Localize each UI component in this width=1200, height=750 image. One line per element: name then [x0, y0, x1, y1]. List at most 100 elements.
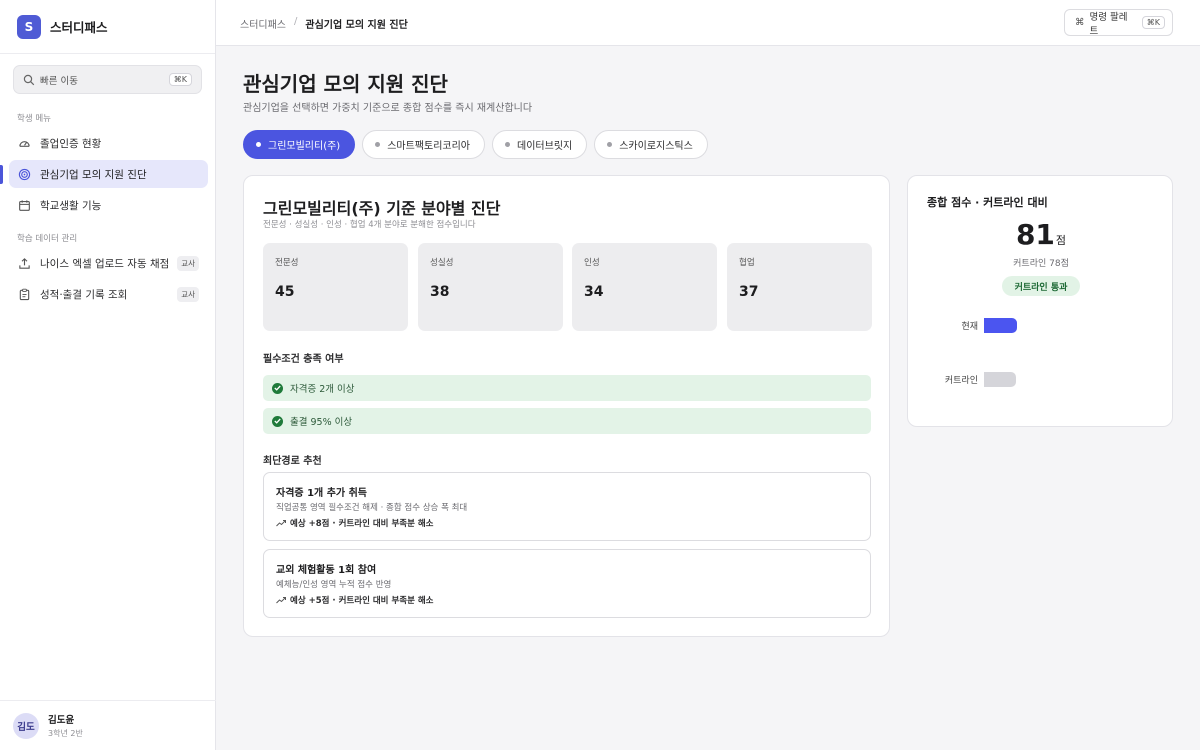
sidebar-item-label: 관심기업 모의 지원 진단	[40, 168, 147, 181]
page-subtitle: 관심기업을 선택하면 가중치 기준으로 종합 점수를 즉시 재계산합니다	[243, 103, 533, 114]
user-name: 김도윤	[48, 715, 75, 726]
page-title: 관심기업 모의 지원 진단	[243, 72, 448, 96]
sidebar-item-label: 나이스 엑셀 업로드 자동 채점	[40, 257, 170, 270]
diagnosis-subtitle: 전문성 · 성실성 · 인성 · 협업 4개 분야로 분해한 점수입니다	[263, 220, 476, 230]
teacher-badge: 교사	[177, 286, 199, 302]
app-logo: S	[17, 14, 41, 39]
status-badge: 커트라인 통과	[1002, 276, 1080, 296]
sidebar-item-records[interactable]: 성적·출결 기록 조회 교사	[9, 280, 208, 308]
metric-value: 34	[584, 284, 604, 300]
command-shortcut: ⌘K	[1141, 16, 1165, 29]
brand[interactable]: S 스터디패스	[0, 0, 215, 54]
company-tabs: 그린모빌리티(주) 스마트팩토리코리아 데이터브릿지 스카이로지스틱스	[243, 130, 708, 159]
metric-card-collaboration: 협업 37	[727, 243, 872, 331]
trending-up-icon	[276, 520, 286, 527]
sidebar: S 스터디패스 빠른 이동 ⌘K 학생 메뉴 졸업인증 현황 관심기업 모의 지…	[0, 0, 216, 750]
search-label: 빠른 이동	[40, 75, 78, 87]
diagnosis-card: 그린모빌리티(주) 기준 분야별 진단 전문성 · 성실성 · 인성 · 협업 …	[243, 175, 890, 637]
breadcrumb-root[interactable]: 스터디패스	[240, 16, 286, 31]
chip-dot	[607, 142, 613, 147]
gain-text: 예상 +8점 · 커트라인 대비 부족분 해소	[290, 519, 434, 529]
sidebar-item-neis-upload[interactable]: 나이스 엑셀 업로드 자동 채점 교사	[9, 249, 208, 277]
metric-label: 인성	[584, 258, 600, 268]
breadcrumb-current: 관심기업 모의 지원 진단	[305, 20, 408, 31]
sidebar-item-graduation-status[interactable]: 졸업인증 현황	[9, 129, 208, 157]
requirement-label: 출결 95% 이상	[290, 417, 353, 428]
company-chip-data-bridge[interactable]: 데이터브릿지	[492, 130, 588, 159]
chip-label: 스카이로지스틱스	[619, 141, 693, 152]
recommendation-card[interactable]: 교외 체험활동 1회 참여 예체능/인성 영역 누적 점수 반영 예상 +5점 …	[263, 549, 871, 618]
chip-label: 스마트팩토리코리아	[387, 141, 471, 152]
bar-1	[984, 372, 1016, 387]
recommendation-card[interactable]: 자격증 1개 추가 취득 직업공통 영역 필수조건 해제 · 종합 점수 상승 …	[263, 472, 871, 541]
recommendation-desc: 직업공통 영역 필수조건 해제 · 종합 점수 상승 폭 최대	[276, 503, 468, 513]
bar-label: 커트라인	[944, 376, 978, 386]
total-score: 81점	[908, 218, 1174, 251]
avatar: 김도	[13, 712, 39, 739]
metric-card-expertise: 전문성 45	[263, 243, 408, 331]
breadcrumb: 스터디패스 / 관심기업 모의 지원 진단	[240, 16, 408, 31]
recommendation-gain: 예상 +8점 · 커트라인 대비 부족분 해소	[276, 517, 434, 529]
search-shortcut: ⌘K	[168, 73, 192, 86]
user-profile[interactable]: 김도 김도윤 3학년 2반	[0, 700, 216, 750]
metric-label: 전문성	[275, 258, 299, 268]
company-chip-green-mobility[interactable]: 그린모빌리티(주)	[243, 130, 356, 159]
teacher-badge: 교사	[177, 255, 199, 271]
trending-up-icon	[276, 597, 286, 604]
recommendation-desc: 예체능/인성 영역 누적 점수 반영	[276, 580, 392, 590]
section-student-menu: 학생 메뉴	[17, 114, 51, 124]
chip-dot	[505, 142, 511, 147]
command-icon: ⌘	[1075, 17, 1085, 28]
command-label: 명령 팔레트	[1089, 11, 1128, 37]
bar-0	[984, 318, 1017, 333]
diagnosis-title: 그린모빌리티(주) 기준 분야별 진단	[263, 199, 501, 218]
dashboard-gauge-icon	[19, 140, 30, 147]
chip-dot	[256, 142, 261, 147]
chip-label: 그린모빌리티(주)	[268, 141, 341, 152]
metric-value: 45	[275, 284, 295, 300]
score-unit: 점	[1055, 234, 1067, 247]
quick-search[interactable]: 빠른 이동 ⌘K	[13, 65, 202, 94]
active-indicator	[0, 165, 3, 184]
chip-dot	[375, 142, 381, 147]
sidebar-item-label: 학교생활 기능	[40, 199, 102, 212]
user-class: 3학년 2반	[48, 729, 83, 738]
topbar: 스터디패스 / 관심기업 모의 지원 진단 ⌘ 명령 팔레트 ⌘K	[216, 0, 1200, 46]
target-icon	[18, 168, 31, 180]
clipboard-icon	[19, 288, 30, 300]
gain-text: 예상 +5점 · 커트라인 대비 부족분 해소	[290, 596, 434, 606]
recommendation-gain: 예상 +5점 · 커트라인 대비 부족분 해소	[276, 594, 434, 606]
upload-icon	[19, 257, 30, 269]
requirement-item: 자격증 2개 이상	[263, 375, 871, 401]
bar-label: 현재	[961, 322, 978, 332]
recommendation-title: 자격증 1개 추가 취득	[276, 488, 368, 499]
check-circle-icon	[272, 415, 283, 427]
chip-label: 데이터브릿지	[517, 141, 573, 152]
command-palette-button[interactable]: ⌘ 명령 팔레트 ⌘K	[1064, 9, 1173, 37]
sidebar-item-label: 성적·출결 기록 조회	[40, 288, 128, 301]
metric-card-diligence: 성실성 38	[418, 243, 563, 331]
sidebar-item-school-life[interactable]: 학교생활 기능	[9, 191, 208, 219]
breadcrumb-separator: /	[294, 16, 298, 27]
metric-card-character: 인성 34	[572, 243, 717, 331]
summary-card: 종합 점수 · 커트라인 대비 81점 커트라인 78점 커트라인 통과 현재 커…	[907, 175, 1173, 427]
company-chip-smart-factory[interactable]: 스마트팩토리코리아	[362, 130, 486, 159]
recommendation-title: 교외 체험활동 1회 참여	[276, 565, 377, 576]
metric-label: 협업	[739, 258, 755, 268]
requirement-item: 출결 95% 이상	[263, 408, 871, 434]
requirement-label: 자격증 2개 이상	[290, 384, 355, 395]
sidebar-item-label: 졸업인증 현황	[40, 137, 102, 150]
app-name: 스터디패스	[50, 20, 108, 35]
search-icon	[23, 74, 35, 85]
check-circle-icon	[272, 382, 283, 394]
sidebar-item-mock-application[interactable]: 관심기업 모의 지원 진단	[9, 160, 208, 188]
score-value: 81	[1015, 218, 1055, 251]
section-learning-data: 학습 데이터 관리	[17, 234, 78, 244]
metric-label: 성실성	[430, 258, 454, 268]
cutline-text: 커트라인 78점	[1013, 259, 1069, 269]
requirements-title: 필수조건 충족 여부	[263, 354, 344, 365]
company-chip-sky-logistics[interactable]: 스카이로지스틱스	[594, 130, 708, 159]
metric-value: 37	[739, 284, 759, 300]
metric-value: 38	[430, 284, 450, 300]
recommendations-title: 최단경로 추천	[263, 456, 322, 467]
